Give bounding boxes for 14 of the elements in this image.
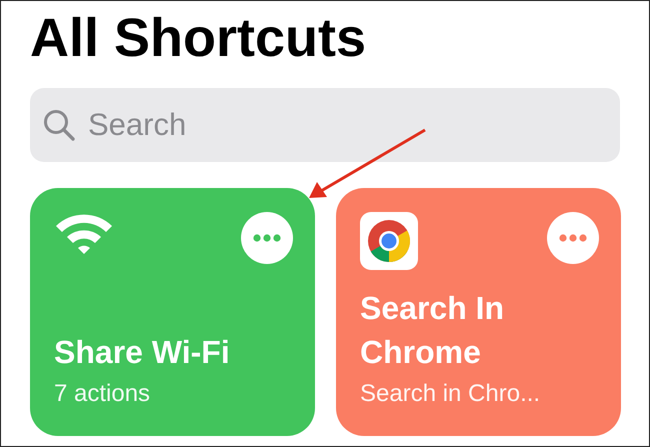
shortcut-card[interactable]: Share Wi-Fi 7 actions <box>30 188 315 436</box>
more-button[interactable] <box>547 212 599 264</box>
app-icon <box>360 212 418 270</box>
more-icon <box>253 234 281 242</box>
search-field[interactable]: Search <box>30 88 620 162</box>
more-icon <box>559 234 587 242</box>
shortcut-name: Share Wi-Fi <box>54 333 231 372</box>
page-title: All Shortcuts <box>30 7 368 70</box>
more-button[interactable] <box>241 212 293 264</box>
shortcut-subtitle: 7 actions <box>54 379 152 409</box>
shortcut-subtitle: Search in Chro... <box>360 379 542 409</box>
shortcut-card[interactable]: Search In Chrome Search in Chro... <box>336 188 621 436</box>
wifi-icon <box>54 212 114 256</box>
shortcut-name: Search In Chrome <box>360 289 506 372</box>
